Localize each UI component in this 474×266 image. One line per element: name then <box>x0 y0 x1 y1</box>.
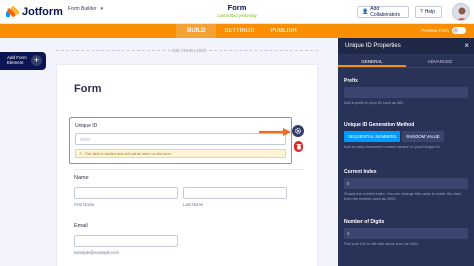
generation-method-description: Add an auto-increment number section to … <box>344 145 441 149</box>
number-of-digits-title: Number of Digits <box>344 219 385 225</box>
arrow-right-icon <box>259 128 291 136</box>
toggle-switch[interactable] <box>452 27 466 34</box>
prefix-title: Prefix <box>344 78 358 84</box>
last-name-input[interactable] <box>183 187 287 199</box>
generation-method-toggle: SEQUENTIAL NUMBERS RANDOM VALUE <box>344 131 468 142</box>
app-window: Jotform Form Builder ▾ Form Last edited … <box>0 0 474 266</box>
email-input[interactable] <box>74 235 178 247</box>
preview-form-toggle[interactable]: Preview Form <box>421 27 466 34</box>
warning-icon: ⚠ <box>79 152 83 156</box>
close-icon[interactable]: × <box>464 41 469 50</box>
main-tabs: BUILD SETTINGS PUBLISH <box>176 24 305 38</box>
form-canvas: Form Unique ID 0000 ⚠ This field is hidd… <box>56 64 318 266</box>
tab-bar: BUILD SETTINGS PUBLISH Preview Form <box>0 24 474 38</box>
gear-icon <box>294 127 302 135</box>
unique-id-input[interactable]: 0000 <box>75 133 286 145</box>
name-label: Name <box>74 175 89 181</box>
current-index-title: Current Index <box>344 169 377 175</box>
unique-id-field[interactable]: Unique ID 0000 ⚠ This field is hidden an… <box>69 117 292 164</box>
prefix-description: Add a prefix to your ID such as WD. <box>344 101 405 105</box>
prefix-section: Prefix Add a prefix to your ID such as W… <box>344 78 468 106</box>
number-of-digits-input[interactable]: 4 <box>344 228 468 239</box>
add-user-icon: 👤 <box>362 9 369 15</box>
current-index-input[interactable]: 0 <box>344 178 468 189</box>
unique-id-label: Unique ID <box>75 123 98 129</box>
last-name-sublabel: Last Name <box>183 202 204 207</box>
help-button[interactable]: ? Help <box>415 6 442 18</box>
preview-form-label: Preview Form <box>421 28 449 33</box>
panel-tabs: GENERAL ADVANCED <box>338 54 474 68</box>
first-name-input[interactable] <box>74 187 178 199</box>
add-logo-label: + ADD YOUR LOGO <box>167 47 207 53</box>
tab-settings[interactable]: SETTINGS <box>216 24 262 38</box>
avatar[interactable] <box>452 3 470 21</box>
jotform-logo-icon <box>6 6 19 18</box>
tab-advanced[interactable]: ADVANCED <box>406 54 474 67</box>
warning-text: This field is hidden and will not be see… <box>84 151 172 156</box>
number-of-digits-description: Pad your IDs to left with zeros such as … <box>344 242 420 246</box>
trash-icon <box>296 144 301 150</box>
tab-publish[interactable]: PUBLISH <box>262 24 304 38</box>
email-sublabel: example@example.com <box>74 250 119 255</box>
help-label: Help <box>424 9 436 15</box>
random-value-option[interactable]: RANDOM VALUE <box>402 131 444 142</box>
add-collaborators-label: Add Collaborators <box>370 6 400 18</box>
email-label: Email <box>74 223 88 229</box>
panel-title: Unique ID Properties <box>345 43 401 49</box>
first-name-sublabel: First Name <box>74 202 95 207</box>
field-divider <box>74 169 304 170</box>
add-collaborators-button[interactable]: 👤 Add Collaborators <box>357 6 409 18</box>
number-of-digits-section: Number of Digits 4 Pad your IDs to left … <box>344 219 468 247</box>
hidden-field-warning: ⚠ This field is hidden and will not be s… <box>75 149 286 158</box>
tab-general[interactable]: GENERAL <box>338 54 406 67</box>
form-heading[interactable]: Form <box>74 83 102 95</box>
properties-panel: Unique ID Properties × GENERAL ADVANCED … <box>338 38 474 266</box>
help-icon: ? <box>420 9 423 15</box>
add-form-element-button[interactable]: Add Form Element + <box>0 52 46 70</box>
form-builder-dropdown[interactable]: Form Builder ▾ <box>68 6 103 12</box>
current-index-section: Current Index 0 Shows the current index.… <box>344 169 468 201</box>
current-index-description: Shows the current index. You can change … <box>344 192 461 201</box>
logo-text: Jotform <box>22 5 63 18</box>
field-properties-button[interactable] <box>292 125 304 137</box>
generation-method-section: Unique ID Generation Method SEQUENTIAL N… <box>344 122 468 150</box>
plus-icon: + <box>31 55 42 66</box>
sequential-numbers-option[interactable]: SEQUENTIAL NUMBERS <box>344 131 401 142</box>
generation-method-title: Unique ID Generation Method <box>344 122 415 128</box>
prefix-input[interactable] <box>344 87 468 98</box>
tab-build[interactable]: BUILD <box>176 24 217 38</box>
user-avatar-icon <box>457 7 467 20</box>
form-builder-label: Form Builder <box>68 6 97 12</box>
panel-header: Unique ID Properties × <box>338 38 474 54</box>
chevron-down-icon: ▾ <box>100 6 104 12</box>
top-bar: Jotform Form Builder ▾ Form Last edited … <box>0 0 474 24</box>
add-logo-button[interactable]: + ADD YOUR LOGO <box>56 46 318 54</box>
jotform-logo[interactable]: Jotform <box>6 5 63 18</box>
delete-field-button[interactable] <box>294 141 303 152</box>
